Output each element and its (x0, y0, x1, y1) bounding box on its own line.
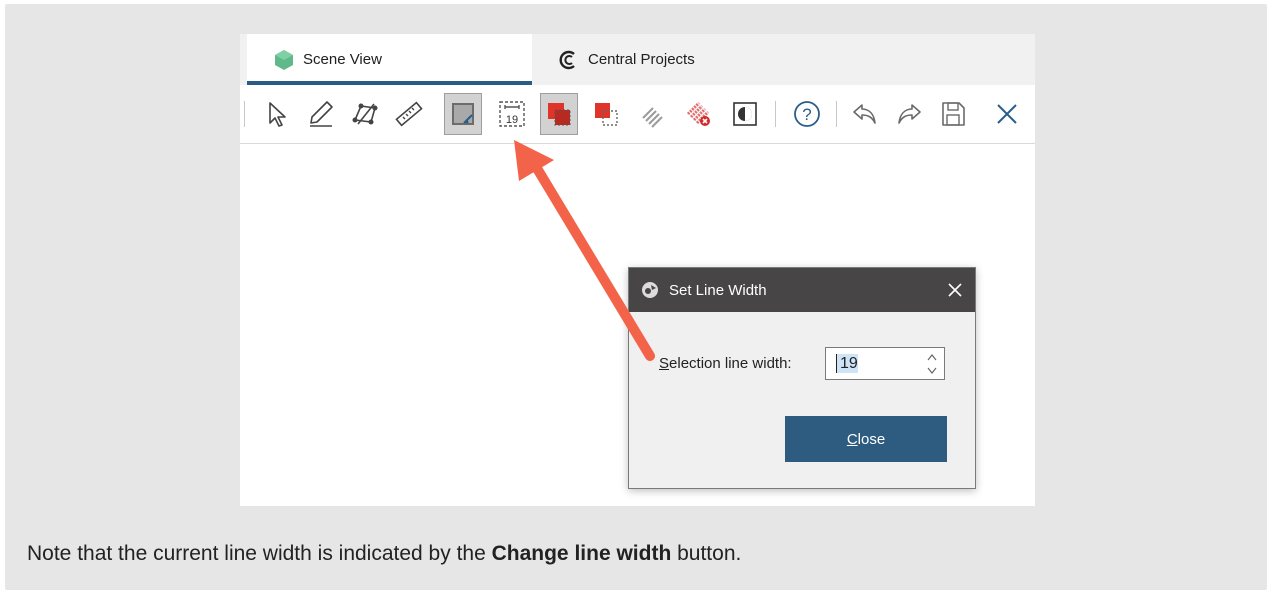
dialog-titlebar: Set Line Width (629, 268, 975, 312)
close-button[interactable]: Close (785, 416, 947, 462)
app-logo-icon (642, 282, 658, 298)
ruler-icon (395, 101, 423, 127)
close-icon (997, 104, 1017, 124)
tab-central-projects-label: Central Projects (588, 51, 695, 68)
help-icon: ? (794, 101, 820, 127)
tab-central-projects[interactable]: Central Projects (558, 34, 778, 85)
invert-selection-button[interactable] (726, 93, 764, 135)
set-line-width-dialog: Set Line Width Selection line width: 19 … (628, 267, 976, 489)
contrast-icon (733, 102, 757, 126)
edit-polyline-icon (352, 103, 378, 125)
selection-line-width-label: Selection line width: (659, 355, 792, 372)
select-button[interactable] (258, 93, 296, 135)
draw-line-button[interactable] (302, 93, 340, 135)
red-unselect-icon (595, 103, 618, 126)
central-logo-icon (559, 50, 575, 69)
hatched-lines-icon (642, 107, 663, 128)
pointer-arrow-icon (269, 102, 286, 127)
tab-scene-view[interactable]: Scene View (247, 34, 532, 85)
undo-button[interactable] (846, 93, 884, 135)
filter-button[interactable] (634, 93, 672, 135)
select-red-button[interactable] (540, 93, 578, 135)
edit-line-button[interactable] (346, 93, 384, 135)
red-select-icon (548, 103, 571, 126)
toolbar: 19 ? (240, 85, 1035, 144)
redo-icon (898, 104, 921, 124)
clear-selection-icon (686, 101, 710, 126)
save-button[interactable] (934, 93, 972, 135)
dialog-close-button[interactable] (943, 278, 967, 302)
line-width-value[interactable]: 19 (836, 354, 858, 373)
clear-selection-button[interactable] (680, 93, 718, 135)
close-toolbar-button[interactable] (988, 93, 1026, 135)
pen-icon (310, 101, 333, 127)
toolbar-separator (775, 101, 776, 127)
undo-icon (853, 104, 876, 124)
svg-text:?: ? (802, 105, 811, 124)
dialog-title: Set Line Width (669, 281, 767, 299)
close-icon (948, 283, 962, 297)
unselect-button[interactable] (587, 93, 625, 135)
draw-selection-button[interactable] (444, 93, 482, 135)
change-line-width-button[interactable]: 19 (493, 93, 531, 135)
caption-text: Note that the current line width is indi… (27, 542, 742, 565)
line-width-icon: 19 (499, 101, 525, 127)
measure-button[interactable] (390, 93, 428, 135)
toolbar-separator (244, 101, 245, 127)
save-icon (942, 102, 965, 126)
scene-view-icon (275, 49, 293, 70)
toolbar-separator (836, 101, 837, 127)
spin-arrows-icon[interactable] (926, 351, 938, 377)
tab-bar: Scene View Central Projects (240, 34, 1035, 85)
redo-button[interactable] (890, 93, 928, 135)
tab-scene-view-label: Scene View (303, 51, 382, 68)
help-button[interactable]: ? (788, 93, 826, 135)
selection-square-icon (452, 103, 474, 125)
svg-text:19: 19 (506, 114, 518, 126)
line-width-spinbox[interactable]: 19 (825, 347, 945, 380)
